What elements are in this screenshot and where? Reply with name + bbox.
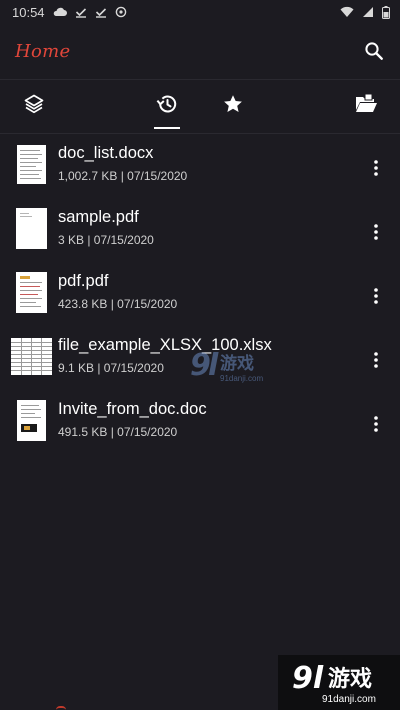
download-done-icon: [75, 6, 87, 18]
tab-bar: [0, 80, 400, 132]
doc-thumbnail: [17, 400, 46, 441]
status-bar: 10:54: [0, 0, 400, 24]
file-row[interactable]: Invite_from_doc.doc 491.5 KB | 07/15/202…: [0, 391, 400, 455]
tab-bar-divider: [0, 133, 400, 134]
more-vert-icon[interactable]: [369, 286, 383, 306]
tab-favorites[interactable]: [209, 80, 257, 132]
svg-text:9l: 9l: [292, 661, 324, 696]
watermark-url-text: 91danji.com: [322, 694, 376, 705]
file-row[interactable]: file_example_XLSX_100.xlsx 9.1 KB | 07/1…: [0, 327, 400, 391]
xlsx-thumbnail: [11, 338, 52, 375]
file-meta: 491.5 KB | 07/15/2020: [58, 425, 178, 439]
download-done-icon-2: [95, 6, 107, 18]
tab-open-folder[interactable]: [342, 80, 390, 132]
pdf-thumbnail: [16, 208, 47, 249]
file-name: pdf.pdf: [58, 272, 109, 290]
file-row[interactable]: sample.pdf 3 KB | 07/15/2020: [0, 199, 400, 263]
cloud-icon: [53, 7, 67, 17]
search-icon[interactable]: [362, 39, 386, 63]
app-bar: Home: [0, 24, 400, 78]
signal-icon: [362, 6, 374, 18]
file-meta: 9.1 KB | 07/15/2020: [58, 361, 164, 375]
file-row[interactable]: pdf.pdf 423.8 KB | 07/15/2020: [0, 263, 400, 327]
star-icon: [222, 93, 244, 120]
watermark-brand-text: 游戏: [328, 666, 372, 692]
tab-recent[interactable]: [143, 80, 191, 132]
more-vert-icon[interactable]: [369, 222, 383, 242]
file-name: file_example_XLSX_100.xlsx: [58, 336, 272, 354]
file-name: sample.pdf: [58, 208, 139, 226]
tab-active-indicator: [154, 127, 180, 129]
history-icon: [155, 92, 179, 121]
file-meta: 423.8 KB | 07/15/2020: [58, 297, 178, 311]
more-vert-icon[interactable]: [369, 350, 383, 370]
screen: 10:54 Home doc_list.docx 1,002.7 KB | 07…: [0, 0, 400, 710]
folder-open-icon: [354, 93, 378, 120]
file-meta: 1,002.7 KB | 07/15/2020: [58, 169, 188, 183]
watermark-logo-bottom: 9l 游戏 91danji.com: [278, 655, 400, 710]
file-row[interactable]: doc_list.docx 1,002.7 KB | 07/15/2020: [0, 135, 400, 199]
pdf-thumbnail: [16, 272, 47, 313]
more-vert-icon[interactable]: [369, 158, 383, 178]
gesture-indicator: [56, 706, 66, 710]
status-left: 10:54: [12, 5, 127, 20]
wifi-icon: [340, 6, 354, 18]
docx-thumbnail: [17, 145, 46, 184]
layers-icon: [23, 93, 45, 120]
more-vert-icon[interactable]: [369, 414, 383, 434]
app-title: Home: [15, 40, 71, 62]
sync-circle-icon: [115, 6, 127, 18]
status-time: 10:54: [12, 4, 45, 20]
tab-all-files[interactable]: [10, 80, 58, 132]
file-list: doc_list.docx 1,002.7 KB | 07/15/2020 sa…: [0, 135, 400, 455]
file-name: doc_list.docx: [58, 144, 154, 162]
status-right: [340, 5, 390, 19]
file-name: Invite_from_doc.doc: [58, 400, 207, 418]
file-meta: 3 KB | 07/15/2020: [58, 233, 154, 247]
battery-icon: [382, 5, 390, 19]
